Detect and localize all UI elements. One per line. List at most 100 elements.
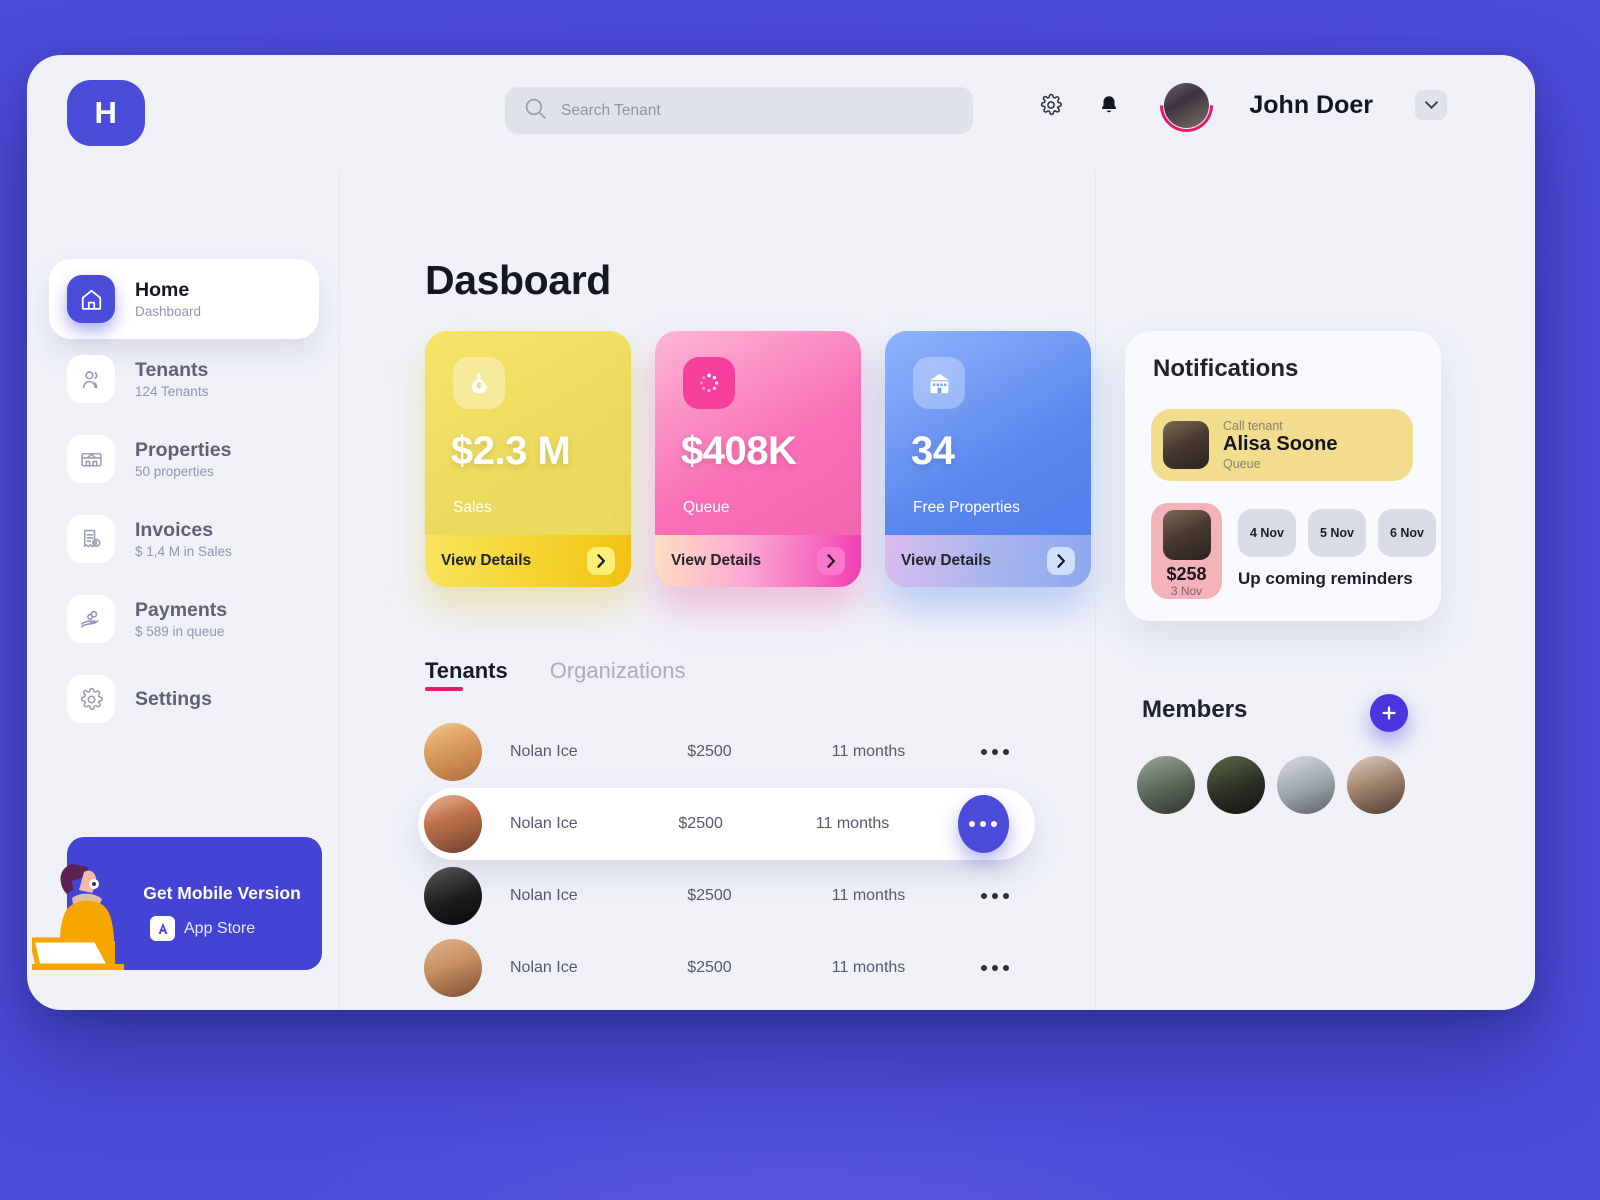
sidebar-item-payments[interactable]: Payments $ 589 in queue [49, 579, 319, 659]
members-title: Members [1142, 696, 1248, 723]
stat-card-free-properties[interactable]: 34 Free Properties View Details [885, 331, 1091, 587]
reminder-amount: $258 [1166, 564, 1207, 584]
app-store-icon [150, 916, 175, 941]
date-chip[interactable]: 4 Nov [1238, 509, 1296, 557]
avatar[interactable] [1207, 756, 1265, 814]
chevron-right-icon [587, 547, 615, 575]
tab-tenants[interactable]: Tenants [425, 658, 508, 691]
sidebar-item-sublabel: 124 Tenants [135, 384, 209, 399]
sidebar-item-properties[interactable]: Properties 50 properties [49, 419, 319, 499]
avatar[interactable] [1164, 82, 1210, 128]
stat-value: $408K [681, 429, 797, 473]
sidebar-item-label: Settings [135, 687, 212, 710]
search-input[interactable] [561, 101, 955, 120]
money-bag-icon [453, 357, 505, 409]
notification-name: Alisa Soone [1223, 433, 1338, 456]
row-menu-button[interactable] [981, 965, 1009, 971]
app-store-link[interactable]: App Store [150, 916, 300, 941]
sidebar-item-home[interactable]: Home Dashboard [49, 259, 319, 339]
date-chip[interactable]: 6 Nov [1378, 509, 1436, 557]
avatar [424, 867, 482, 925]
page-title: Dasboard [425, 257, 611, 303]
building-icon [67, 435, 115, 483]
table-row[interactable]: Nolan Ice $2500 11 months [418, 716, 1035, 788]
avatar[interactable] [1277, 756, 1335, 814]
upcoming-reminders-label: Up coming reminders [1238, 569, 1413, 588]
avatar [1162, 510, 1211, 560]
app-store-label: App Store [184, 919, 256, 937]
building-icon [913, 357, 965, 409]
notification-status: Queue [1223, 456, 1261, 471]
tenant-name: Nolan Ice [510, 887, 578, 904]
notification-item[interactable]: Call tenant Alisa Soone Queue [1151, 409, 1413, 481]
reminder-date-chips: 4 Nov 5 Nov 6 Nov [1238, 509, 1436, 557]
search-bar[interactable] [505, 87, 973, 134]
reminder-card[interactable]: $258 3 Nov [1151, 503, 1222, 599]
tab-organizations[interactable]: Organizations [550, 658, 686, 691]
stat-label: Free Properties [913, 499, 1020, 516]
content-tabs: Tenants Organizations [425, 658, 685, 691]
users-icon [67, 355, 115, 403]
row-menu-button[interactable] [981, 893, 1009, 899]
reminder-date: 3 Nov [1170, 584, 1203, 598]
tenant-amount: $2500 [678, 815, 723, 832]
table-row[interactable]: Nolan Ice $2500 11 months [418, 932, 1035, 1004]
stat-card-sales[interactable]: $2.3 M Sales View Details [425, 331, 631, 587]
view-details-button[interactable]: View Details [885, 535, 1091, 587]
sidebar-item-label: Properties [135, 439, 232, 461]
chevron-right-icon [817, 547, 845, 575]
user-menu-chevron-down-icon[interactable] [1415, 90, 1447, 120]
sidebar-item-settings[interactable]: Settings [49, 659, 319, 739]
spinner-icon [683, 357, 735, 409]
stat-cards: $2.3 M Sales View Details $408K Queue Vi… [425, 331, 1091, 587]
topbar: H Search Tenant John Doer [27, 55, 1535, 146]
sidebar-item-sublabel: $ 589 in queue [135, 624, 225, 639]
view-details-button[interactable]: View Details [655, 535, 861, 587]
sidebar-item-label: Invoices [135, 519, 214, 541]
right-panel: Notifications Call tenant Alisa Soone Qu… [1095, 171, 1535, 1010]
app-logo[interactable]: H [67, 80, 145, 146]
tenant-amount: $2500 [687, 959, 732, 976]
row-menu-button[interactable] [981, 749, 1009, 755]
sidebar-item-tenants[interactable]: Tenants 124 Tenants [49, 339, 319, 419]
view-details-label: View Details [671, 552, 762, 569]
bell-icon[interactable] [1092, 88, 1126, 122]
stat-value: $2.3 M [451, 429, 571, 473]
stat-value: 34 [911, 429, 955, 473]
sidebar-item-sublabel: 50 properties [135, 464, 214, 479]
avatar [424, 939, 482, 997]
members-list [1137, 756, 1405, 814]
notifications-title: Notifications [1153, 355, 1299, 382]
sidebar-item-label: Home [135, 279, 190, 301]
mobile-version-promo[interactable]: Get Mobile Version App Store [32, 837, 322, 970]
table-row[interactable]: Nolan Ice $2500 11 months [418, 860, 1035, 932]
notifications-panel: Notifications Call tenant Alisa Soone Qu… [1125, 331, 1441, 621]
avatar [424, 723, 482, 781]
gear-icon [67, 675, 115, 723]
add-member-button[interactable] [1370, 694, 1408, 732]
tenants-table: Nolan Ice $2500 11 months Nolan Ice $250… [418, 716, 1035, 1004]
gear-icon[interactable] [1034, 88, 1068, 122]
main-content: Dasboard $2.3 M Sales View Details $408K… [340, 171, 1095, 1010]
tenant-amount: $2500 [687, 887, 732, 904]
home-icon [67, 275, 115, 323]
tenant-name: Nolan Ice [510, 743, 578, 760]
sidebar-item-sublabel: $ 1,4 M in Sales [135, 544, 232, 559]
payment-icon [67, 595, 115, 643]
avatar[interactable] [1137, 756, 1195, 814]
sidebar-item-sublabel: Dashboard [135, 304, 202, 319]
view-details-button[interactable]: View Details [425, 535, 631, 587]
avatar[interactable] [1347, 756, 1405, 814]
notification-kicker: Call tenant [1223, 419, 1283, 434]
stat-card-queue[interactable]: $408K Queue View Details [655, 331, 861, 587]
date-chip[interactable]: 5 Nov [1308, 509, 1366, 557]
sidebar: Home Dashboard Tenants 124 Tenants Prope… [27, 171, 340, 1010]
tenant-duration: 11 months [831, 887, 906, 904]
tenant-name: Nolan Ice [510, 815, 578, 832]
stat-label: Queue [683, 499, 730, 516]
row-menu-button[interactable] [957, 795, 1009, 853]
sidebar-item-invoices[interactable]: Invoices $ 1,4 M in Sales [49, 499, 319, 579]
avatar [424, 795, 482, 853]
invoice-icon [67, 515, 115, 563]
table-row[interactable]: Nolan Ice $2500 11 months [418, 788, 1035, 860]
